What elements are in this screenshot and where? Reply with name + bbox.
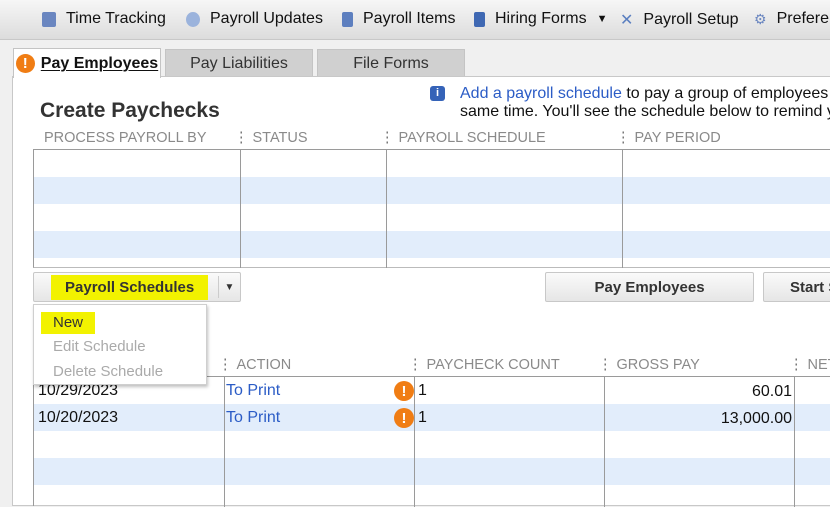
chevron-down-icon[interactable]: ▼	[218, 276, 240, 298]
tools-icon: ✕	[620, 12, 634, 29]
payroll-items-button[interactable]: Payroll Items	[342, 10, 455, 28]
payroll-schedules-menu: New Edit Schedule Delete Schedule	[33, 304, 207, 385]
table-row	[34, 458, 830, 485]
label: Time Tracking	[66, 10, 166, 27]
column-header[interactable]: ACTION	[218, 357, 292, 373]
tab-label: File Forms	[353, 54, 429, 72]
gross-pay-cell: 13,000.00	[720, 410, 792, 427]
schedule-table	[33, 149, 830, 268]
count-cell: 1	[418, 382, 427, 399]
time-tracking-icon	[42, 11, 56, 27]
gear-icon: ⚙	[754, 10, 767, 27]
info-text: to pay a group of employees a	[621, 85, 830, 102]
column-header[interactable]: PROCESS PAYROLL BY	[40, 130, 207, 146]
info-message: Add a payroll schedule to pay a group of…	[460, 85, 830, 121]
tab-label: Pay Liabilities	[190, 54, 288, 72]
list-icon	[342, 11, 353, 27]
label: Prefere	[776, 10, 830, 27]
table-row	[34, 231, 830, 258]
column-header[interactable]: NET	[789, 357, 830, 373]
column-header[interactable]: PAYROLL SCHEDULE	[380, 130, 546, 146]
column-header[interactable]: STATUS	[234, 130, 308, 146]
column-header[interactable]: PAY PERIOD	[616, 130, 721, 146]
tab-label: Pay Employees	[40, 54, 159, 72]
info-icon: i	[430, 86, 445, 101]
column-header[interactable]: PAYCHECK COUNT	[408, 357, 560, 373]
payroll-updates-button[interactable]: Payroll Updates	[186, 10, 323, 28]
time-tracking-button[interactable]: Time Tracking	[42, 10, 166, 28]
menu-item-edit-schedule[interactable]: Edit Schedule	[53, 338, 146, 355]
tab-pay-employees[interactable]: ! Pay Employees	[13, 48, 161, 78]
payroll-setup-button[interactable]: ✕ Payroll Setup	[620, 10, 739, 30]
menu-item-delete-schedule[interactable]: Delete Schedule	[53, 363, 163, 380]
document-icon	[474, 11, 485, 27]
tab-pay-liabilities[interactable]: Pay Liabilities	[165, 49, 313, 77]
page-title: Create Paychecks	[40, 99, 220, 122]
label: Payroll Items	[363, 10, 456, 27]
hiring-forms-button[interactable]: Hiring Forms ▼	[474, 10, 607, 28]
paycheck-table: 10/29/2023 To Print ! 1 60.01 10/20/2023…	[33, 376, 830, 507]
start-button[interactable]: Start S	[763, 272, 830, 302]
refresh-icon	[186, 11, 200, 27]
table-row[interactable]: 10/20/2023 To Print ! 1 13,000.00	[34, 404, 830, 431]
tab-file-forms[interactable]: File Forms	[317, 49, 465, 77]
button-label: Payroll Schedules	[51, 274, 209, 300]
add-payroll-schedule-link[interactable]: Add a payroll schedule	[460, 85, 622, 102]
menu-item-new[interactable]: New	[41, 312, 96, 334]
warning-icon: !	[15, 54, 35, 73]
pay-employees-button[interactable]: Pay Employees	[545, 272, 754, 302]
action-link[interactable]: To Print	[226, 409, 280, 427]
dropdown-arrow-icon: ▼	[596, 13, 608, 25]
label: Payroll Setup	[643, 11, 739, 28]
preferences-button[interactable]: ⚙ Prefere	[754, 10, 829, 28]
warning-icon: !	[394, 381, 414, 401]
label: Payroll Updates	[210, 10, 323, 27]
table-row	[34, 177, 830, 204]
info-text: same time. You'll see the schedule below…	[460, 103, 830, 120]
payroll-toolbar: Time Tracking Payroll Updates Payroll It…	[0, 0, 830, 40]
gross-pay-cell: 60.01	[751, 383, 792, 400]
count-cell: 1	[418, 409, 427, 426]
warning-icon: !	[394, 408, 414, 428]
column-header[interactable]: GROSS PAY	[598, 357, 700, 373]
payroll-schedules-dropdown[interactable]: Payroll Schedules ▼	[33, 272, 241, 302]
label: Hiring Forms	[495, 10, 587, 27]
date-cell: 10/20/2023	[38, 409, 119, 426]
action-link[interactable]: To Print	[226, 382, 280, 400]
